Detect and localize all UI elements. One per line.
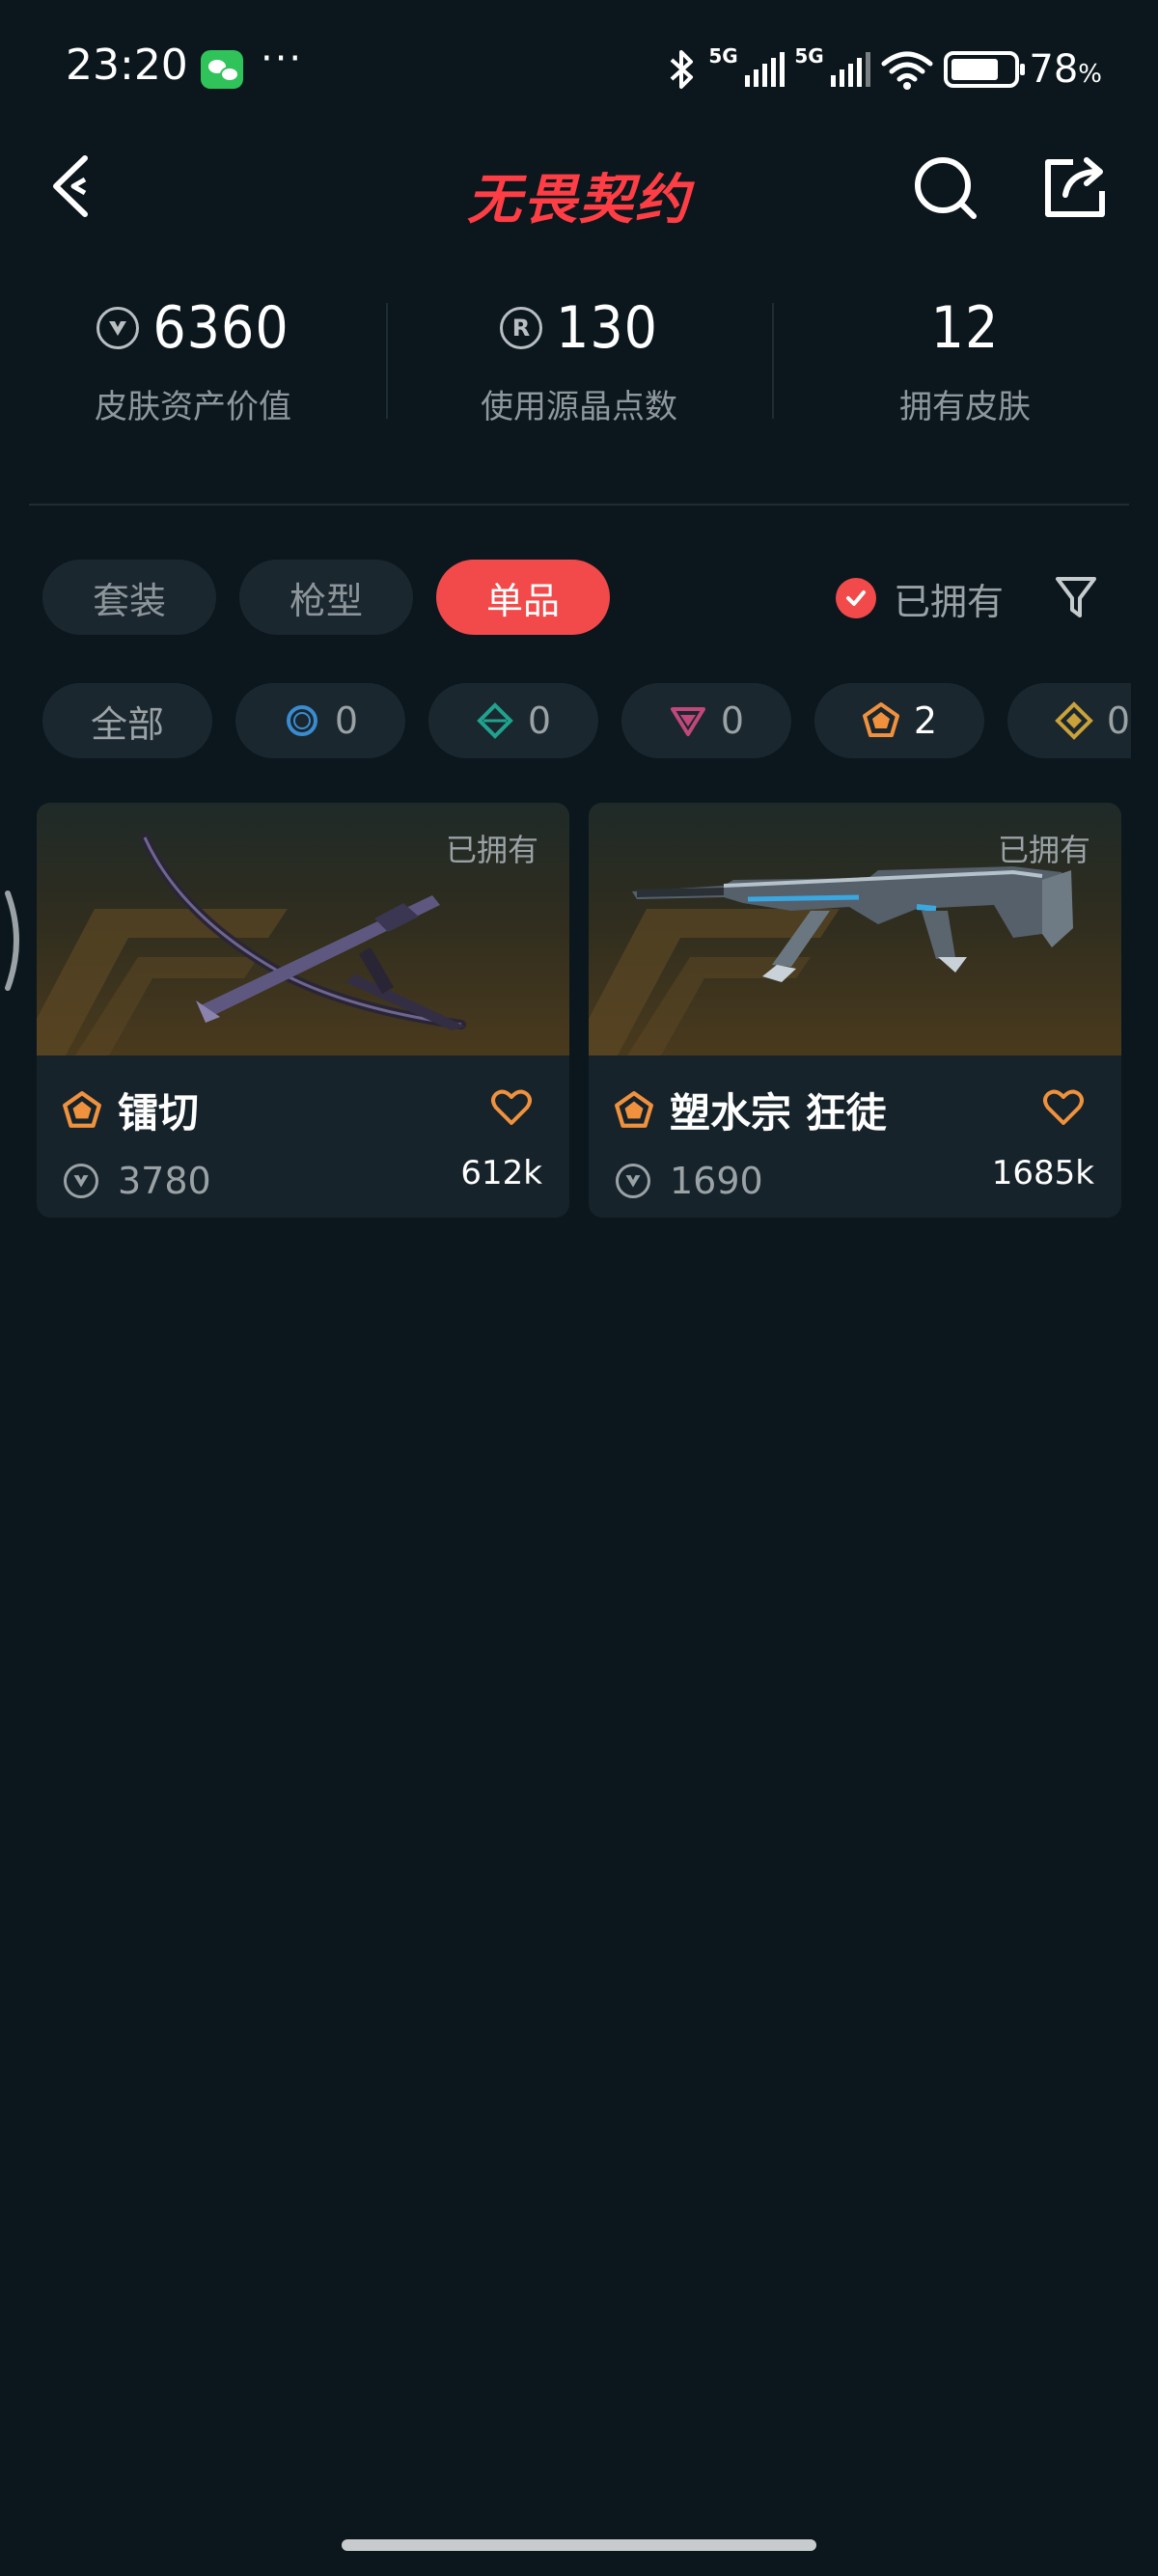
premium-tier-icon (670, 707, 705, 736)
search-icon[interactable] (912, 152, 981, 222)
category-tabs: 套装 枪型 单品 (42, 560, 610, 635)
side-drawer-handle[interactable] (0, 888, 29, 994)
battery-icon (944, 51, 1026, 88)
select-tier-icon (286, 705, 317, 736)
vp-coin-icon (96, 307, 140, 349)
skin-card[interactable]: 已拥有 镭切 3780 612k (37, 803, 569, 1218)
wifi-icon (881, 51, 933, 90)
stats-summary: 6360 皮肤资产价值 R 130 使用源晶点数 12 拥有皮肤 (0, 289, 1158, 453)
signal-icon: 5G (708, 44, 786, 87)
exclusive-tier-icon (63, 1090, 101, 1128)
tab-weapon-type[interactable]: 枪型 (239, 560, 413, 635)
exclusive-tier-icon (615, 1090, 653, 1128)
chip-deluxe-tier[interactable]: 0 (428, 683, 598, 758)
more-notifications-icon: ··· (261, 37, 304, 81)
skin-name: 塑水宗 狂徒 (670, 1089, 887, 1137)
stat-radianite: R 130 使用源晶点数 (386, 289, 772, 453)
chip-premium-tier[interactable]: 0 (621, 683, 791, 758)
heart-icon[interactable] (490, 1088, 533, 1127)
app-logo-title: 无畏契约 (467, 169, 691, 232)
chip-all[interactable]: 全部 (42, 683, 212, 758)
stat-owned-skins: 12 拥有皮肤 (772, 289, 1158, 453)
chip-count: 0 (334, 699, 359, 742)
tab-bundle[interactable]: 套装 (42, 560, 216, 635)
wechat-icon (201, 50, 243, 89)
chip-exclusive-tier[interactable]: 2 (814, 683, 984, 758)
skin-name: 镭切 (118, 1089, 200, 1137)
chip-ultra-tier[interactable]: 0 (1007, 683, 1131, 758)
skin-image: 已拥有 (589, 803, 1121, 1055)
signal-icon: 5G (794, 44, 871, 87)
stat-value: 12 (930, 294, 1000, 362)
share-icon[interactable] (1040, 152, 1110, 222)
network-type-label: 5G (708, 44, 738, 68)
network-type-label: 5G (794, 44, 824, 68)
vp-coin-icon (64, 1164, 98, 1198)
ultra-tier-icon (1055, 701, 1093, 740)
home-indicator[interactable] (342, 2539, 816, 2551)
like-count: 612k (460, 1154, 542, 1192)
owned-label: 已拥有 (997, 832, 1090, 868)
stat-label: 拥有皮肤 (899, 388, 1031, 426)
chip-count: 0 (1106, 699, 1131, 742)
stat-label: 皮肤资产价值 (95, 388, 291, 426)
skin-price: 3780 (118, 1160, 211, 1202)
chip-count: 0 (720, 699, 745, 742)
rarity-filter-chips: 全部 0 0 0 2 0 (42, 683, 1131, 758)
bluetooth-icon (671, 50, 694, 89)
divider (29, 504, 1129, 506)
filter-icon[interactable] (1054, 573, 1098, 621)
stat-value: 6360 (152, 294, 290, 362)
skin-image: 已拥有 (37, 803, 569, 1055)
skin-price: 1690 (670, 1160, 763, 1202)
chip-count: 0 (527, 699, 552, 742)
status-time: 23:20 (66, 41, 188, 90)
stat-skin-value: 6360 皮肤资产价值 (0, 289, 386, 453)
status-bar: 23:20 ··· 5G 5G 78% (0, 0, 1158, 135)
like-count: 1685k (991, 1154, 1094, 1192)
owned-filter-toggle[interactable]: 已拥有 (836, 569, 1004, 627)
heart-icon[interactable] (1042, 1088, 1085, 1127)
owned-filter-label: 已拥有 (894, 580, 1005, 623)
battery-percent: 78% (1029, 47, 1102, 92)
exclusive-tier-icon (862, 702, 899, 737)
skin-card[interactable]: 已拥有 塑水宗 狂徒 1690 1685k (589, 803, 1121, 1218)
radianite-icon: R (499, 307, 542, 349)
stat-label: 使用源晶点数 (481, 388, 677, 426)
chip-count: 2 (913, 699, 938, 742)
stat-value: 130 (555, 294, 658, 362)
skin-card-grid: 已拥有 镭切 3780 612k 已拥有 塑水宗 狂徒 1690 1685k (37, 803, 1121, 1218)
deluxe-tier-icon (477, 702, 513, 739)
owned-label: 已拥有 (445, 832, 538, 868)
checkmark-icon (836, 578, 876, 618)
app-header: 无畏契约 (0, 135, 1158, 232)
tab-single-item[interactable]: 单品 (436, 560, 610, 635)
vp-coin-icon (616, 1164, 650, 1198)
chip-select-tier[interactable]: 0 (235, 683, 405, 758)
